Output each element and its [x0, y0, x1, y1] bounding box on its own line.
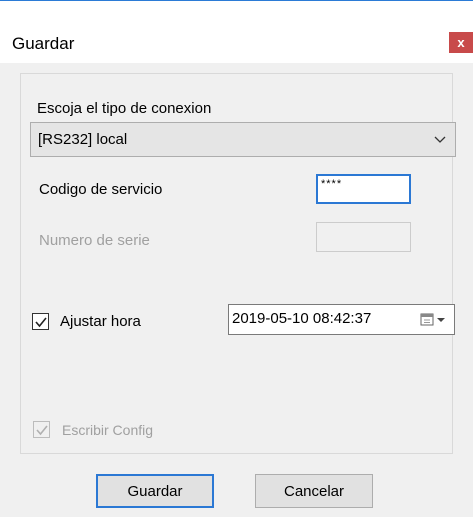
write-config-checkbox [33, 421, 50, 438]
checkmark-icon [35, 317, 47, 328]
chevron-down-icon [433, 132, 447, 146]
service-code-label: Codigo de servicio [39, 181, 163, 198]
checkmark-icon [36, 425, 48, 436]
connection-type-value: [RS232] local [38, 131, 128, 148]
title-bar: Guardar [0, 1, 473, 63]
adjust-time-label[interactable]: Ajustar hora [60, 313, 141, 330]
save-button[interactable]: Guardar [96, 474, 214, 508]
connection-type-label: Escoja el tipo de conexion [37, 100, 212, 117]
serial-number-label: Numero de serie [39, 232, 150, 249]
close-button[interactable]: x [449, 32, 473, 53]
write-config-label: Escribir Config [62, 422, 154, 438]
cancel-button[interactable]: Cancelar [255, 474, 373, 508]
calendar-dropdown-icon[interactable] [420, 312, 450, 332]
service-code-input[interactable]: **** [316, 174, 411, 204]
datetime-value: 2019-05-10 08:42:37 [232, 310, 372, 327]
adjust-time-checkbox[interactable] [32, 313, 49, 330]
serial-number-input [316, 222, 411, 252]
connection-type-select[interactable]: [RS232] local [30, 122, 456, 157]
window-title: Guardar [12, 34, 75, 53]
datetime-picker[interactable]: 2019-05-10 08:42:37 [228, 304, 455, 335]
